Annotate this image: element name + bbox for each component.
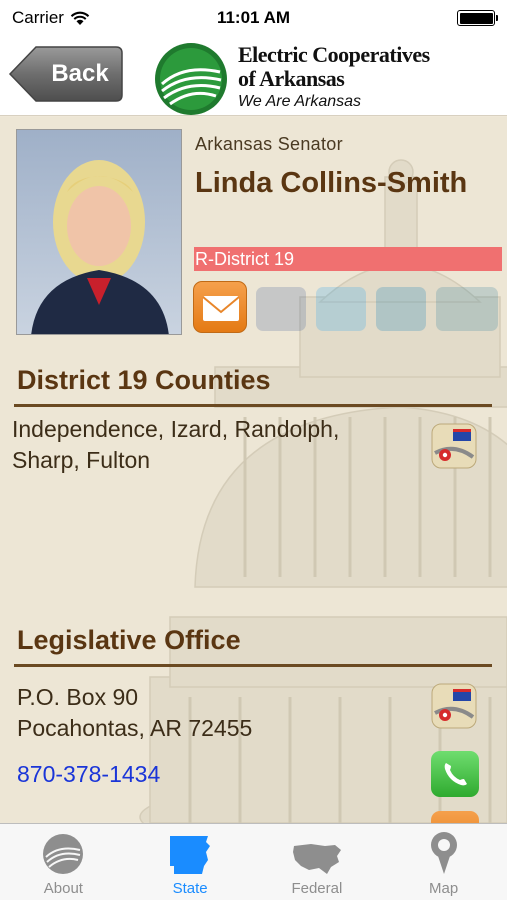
- counties-heading: District 19 Counties: [17, 365, 271, 395]
- map-route-icon[interactable]: [431, 423, 477, 469]
- tab-about-label: About: [43, 880, 83, 897]
- logo-title-line1: Electric Cooperatives: [238, 42, 430, 67]
- envelope-icon: [202, 296, 240, 321]
- wifi-icon: [70, 11, 90, 25]
- office-heading: Legislative Office: [17, 625, 241, 655]
- facebook-icon[interactable]: [256, 287, 306, 331]
- web-icon[interactable]: [436, 287, 498, 331]
- map-pin-icon: [430, 832, 457, 874]
- carrier-group: Carrier: [12, 8, 90, 28]
- tab-state[interactable]: State: [127, 824, 254, 900]
- senator-title: Arkansas Senator: [195, 134, 343, 154]
- back-label: Back: [51, 60, 109, 87]
- tab-about[interactable]: About: [0, 824, 127, 900]
- email-button[interactable]: [193, 281, 247, 333]
- tab-federal-label: Federal: [291, 880, 343, 897]
- tab-map-label: Map: [429, 880, 459, 897]
- logo-title-line2: of Arkansas: [238, 66, 345, 91]
- office-map-icon[interactable]: [431, 683, 477, 729]
- senator-name: Linda Collins-Smith: [195, 167, 468, 199]
- cooperative-logo-icon: [43, 834, 84, 874]
- district-badge: R-District 19: [194, 247, 502, 271]
- phone-icon: [444, 763, 467, 786]
- tab-state-label: State: [172, 880, 208, 897]
- linkedin-icon[interactable]: [376, 287, 426, 331]
- cooperative-logo-icon: [155, 43, 227, 115]
- status-bar: Carrier 11:01 AM: [0, 0, 507, 36]
- call-button[interactable]: [431, 751, 479, 797]
- battery-icon: [457, 10, 498, 26]
- carrier-label: Carrier: [12, 8, 64, 27]
- senator-photo: [16, 129, 182, 335]
- app-header: Back Electric Cooperatives of Arkansas W…: [0, 36, 507, 116]
- office-email-button[interactable]: [431, 811, 479, 823]
- logo-tagline: We Are Arkansas: [238, 93, 362, 110]
- tab-map[interactable]: Map: [380, 824, 507, 900]
- usa-map-icon: [292, 844, 341, 874]
- senator-detail-scroll[interactable]: Arkansas Senator Linda Collins-Smith R-D…: [0, 117, 507, 823]
- office-address-line1: P.O. Box 90: [17, 684, 139, 710]
- twitter-icon[interactable]: [316, 287, 366, 331]
- back-button[interactable]: Back: [8, 45, 124, 103]
- tab-federal[interactable]: Federal: [254, 824, 381, 900]
- tab-bar: About State Federal Map: [0, 823, 507, 900]
- office-address-line2: Pocahontas, AR 72455: [17, 715, 253, 741]
- county-list: Independence, Izard, Randolph, Sharp, Fu…: [12, 416, 340, 473]
- office-phone-link[interactable]: 870-378-1434: [17, 761, 160, 788]
- counties-divider: [14, 404, 492, 407]
- arkansas-map-icon: [170, 836, 211, 874]
- office-divider: [14, 664, 492, 667]
